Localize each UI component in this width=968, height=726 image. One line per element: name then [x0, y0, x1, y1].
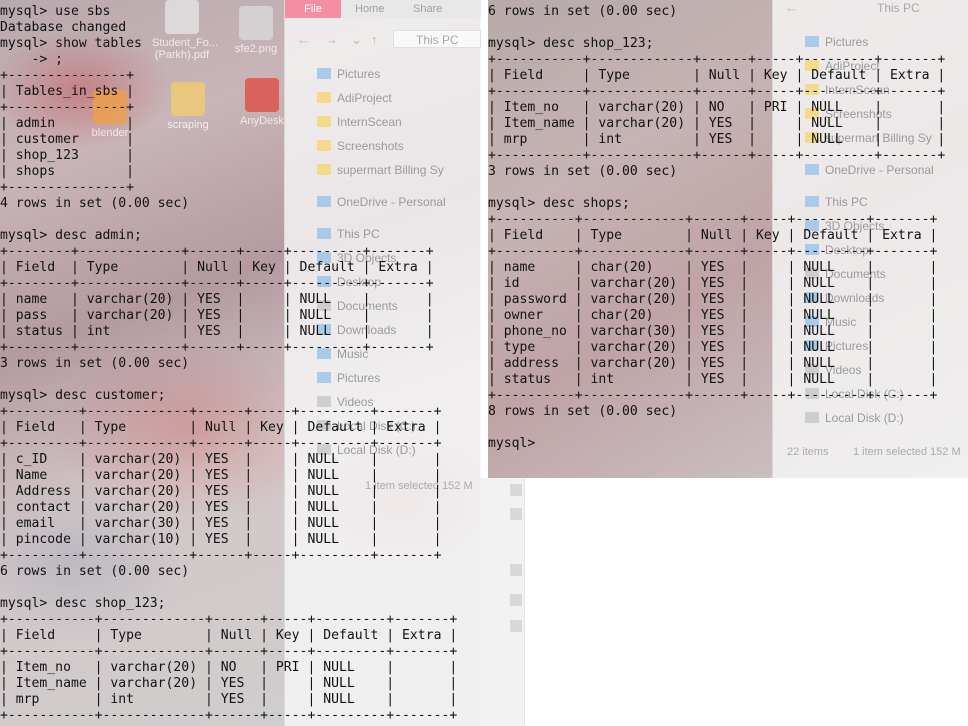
console-line: +--------+-------------+------+-----+---… [0, 340, 434, 355]
console-line: | pass | varchar(20) | YES | | NULL | | [0, 308, 434, 323]
console-line: | mrp | int | YES | | NULL | | [0, 692, 458, 707]
console-line: | mrp | int | YES | | NULL | | [488, 132, 946, 147]
console-line: | Field | Type | Null | Key | Default | … [0, 628, 458, 643]
console-line: | type | varchar(20) | YES | | NULL | | [488, 340, 938, 355]
file-icon [510, 620, 522, 632]
console-line: mysql> desc customer; [0, 388, 166, 403]
console-line: | Field | Type | Null | Key | Default | … [488, 228, 938, 243]
console-line: | Field | Type | Null | Key | Default | … [488, 68, 946, 83]
console-line: -> ; [0, 52, 64, 67]
console-line: mysql> use sbs [0, 4, 111, 19]
file-icon [510, 594, 522, 606]
console-line: | Tables_in_sbs | [0, 84, 135, 99]
console-line: mysql> desc shops; [488, 196, 630, 211]
console-line: | owner | char(20) | YES | | NULL | | [488, 308, 938, 323]
console-line: | name | varchar(20) | YES | | NULL | | [0, 292, 434, 307]
file-icon [510, 508, 522, 520]
console-line: 6 rows in set (0.00 sec) [488, 4, 678, 19]
console-line: mysql> [488, 436, 536, 451]
console-line: | Item_no | varchar(20) | NO | PRI | NUL… [488, 100, 946, 115]
console-line: 3 rows in set (0.00 sec) [488, 164, 678, 179]
console-line: +---------+-------------+------+-----+--… [0, 404, 442, 419]
file-icon [510, 484, 522, 496]
console-line: 3 rows in set (0.00 sec) [0, 356, 190, 371]
console-line: | Name | varchar(20) | YES | | NULL | | [0, 468, 442, 483]
file-icon [510, 564, 522, 576]
console-line: | Address | varchar(20) | YES | | NULL |… [0, 484, 442, 499]
console-line: | status | int | YES | | NULL | | [0, 324, 434, 339]
console-line: mysql> desc shop_123; [488, 36, 654, 51]
console-line: 6 rows in set (0.00 sec) [0, 564, 190, 579]
console-line: mysql> desc shop_123; [0, 596, 166, 611]
console-line: +-----------+-------------+------+-----+… [488, 52, 946, 67]
console-line: +---------------+ [0, 180, 135, 195]
console-line: | Item_no | varchar(20) | NO | PRI | NUL… [0, 660, 458, 675]
explorer-edge-strip [480, 478, 525, 726]
console-line: | Item_name | varchar(20) | YES | | NULL… [0, 676, 458, 691]
console-line: | phone_no | varchar(30) | YES | | NULL … [488, 324, 938, 339]
console-line: +-----------+-------------+------+-----+… [488, 148, 946, 163]
console-line: +---------------+ [0, 100, 135, 115]
console-line: | id | varchar(20) | YES | | NULL | | [488, 276, 938, 291]
console-line: 8 rows in set (0.00 sec) [488, 404, 678, 419]
console-line: +---------+-------------+------+-----+--… [0, 548, 442, 563]
console-line: +----------+-------------+------+-----+-… [488, 212, 938, 227]
console-line: +---------------+ [0, 68, 135, 83]
console-line: | Field | Type | Null | Key | Default | … [0, 260, 434, 275]
console-line: | c_ID | varchar(20) | YES | | NULL | | [0, 452, 442, 467]
console-line: | customer | [0, 132, 135, 147]
console-line: | password | varchar(20) | YES | | NULL … [488, 292, 938, 307]
console-line: +-----------+-------------+------+-----+… [0, 612, 458, 627]
console-line: mysql> show tables [0, 36, 142, 51]
console-line: | shops | [0, 164, 135, 179]
console-line: +---------+-------------+------+-----+--… [0, 436, 442, 451]
console-line: | pincode | varchar(10) | YES | | NULL |… [0, 532, 442, 547]
mysql-console-left[interactable]: mysql> use sbs Database changed mysql> sho… [0, 4, 457, 724]
console-line: | status | int | YES | | NULL | | [488, 372, 938, 387]
mysql-console-right[interactable]: 6 rows in set (0.00 sec) mysql> desc shop… [488, 4, 945, 452]
console-line: +----------+-------------+------+-----+-… [488, 388, 938, 403]
console-line: +-----------+-------------+------+-----+… [0, 708, 458, 723]
console-line: mysql> desc admin; [0, 228, 142, 243]
console-line: | name | char(20) | YES | | NULL | | [488, 260, 938, 275]
console-line: | address | varchar(20) | YES | | NULL |… [488, 356, 938, 371]
console-line: | shop_123 | [0, 148, 135, 163]
console-line: | Item_name | varchar(20) | YES | | NULL… [488, 116, 946, 131]
console-line: +--------+-------------+------+-----+---… [0, 276, 434, 291]
console-line: +----------+-------------+------+-----+-… [488, 244, 938, 259]
console-line: | Field | Type | Null | Key | Default | … [0, 420, 442, 435]
console-line: | contact | varchar(20) | YES | | NULL |… [0, 500, 442, 515]
console-line: Database changed [0, 20, 127, 35]
console-line: | email | varchar(30) | YES | | NULL | | [0, 516, 442, 531]
console-line: | admin | [0, 116, 135, 131]
console-line: 4 rows in set (0.00 sec) [0, 196, 190, 211]
console-line: +-----------+-------------+------+-----+… [488, 84, 946, 99]
console-line: +--------+-------------+------+-----+---… [0, 244, 434, 259]
console-line: +-----------+-------------+------+-----+… [0, 644, 458, 659]
